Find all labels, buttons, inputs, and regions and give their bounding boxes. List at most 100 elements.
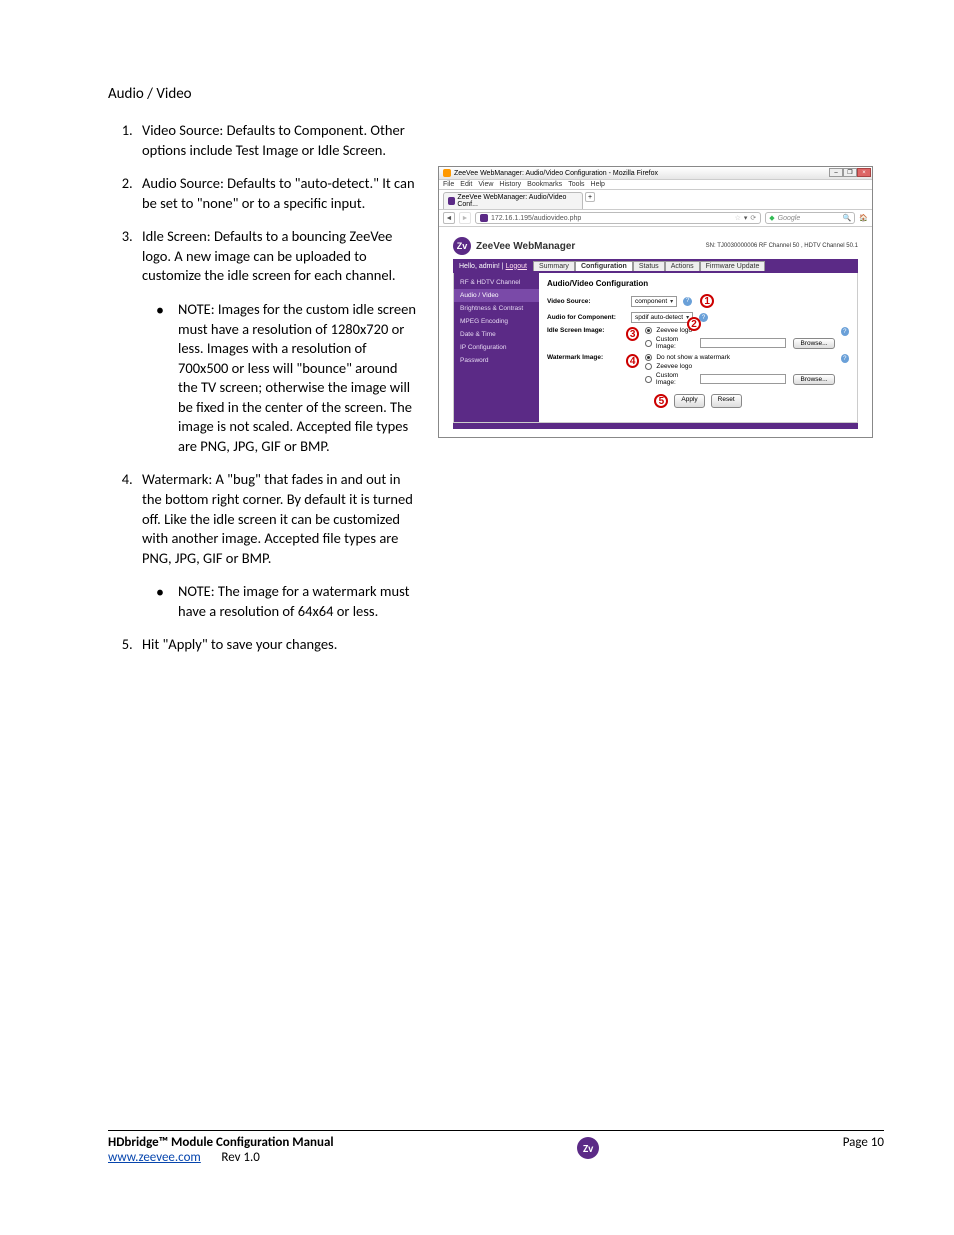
instruction-list: Video Source: Defaults to Component. Oth… — [108, 121, 418, 655]
app-title: ZeeVee WebManager — [476, 241, 575, 252]
callout-5: 5 — [654, 394, 668, 408]
tab-firmware[interactable]: Firmware Update — [700, 261, 766, 271]
forward-button[interactable]: ► — [459, 212, 471, 224]
sidebar-item[interactable]: Audio / Video — [454, 289, 539, 302]
reset-button[interactable]: Reset — [711, 394, 742, 408]
file-input[interactable] — [700, 374, 787, 384]
menu-item[interactable]: History — [499, 181, 521, 188]
url-text: 172.16.1.195/audiovideo.php — [491, 215, 581, 222]
device-info: SN: TJ0030000006 RF Channel 50 , HDTV Ch… — [706, 243, 858, 249]
audio-source-select[interactable]: spdif auto-detect — [631, 312, 693, 323]
apply-button[interactable]: Apply — [674, 394, 704, 408]
menu-item[interactable]: File — [443, 181, 454, 188]
list-text: Hit "Apply" to save your changes. — [142, 635, 337, 653]
list-text: Audio Source: Defaults to "auto-detect."… — [142, 174, 415, 212]
browser-menubar: File Edit View History Bookmarks Tools H… — [439, 180, 872, 190]
hello-text: Hello, admin! | Logout — [459, 263, 527, 270]
list-subitem: NOTE: The image for a watermark must hav… — [156, 582, 418, 621]
browser-tabstrip: ZeeVee WebManager: Audio/Video Conf... + — [439, 190, 872, 210]
footer-rev: Rev 1.0 — [221, 1150, 260, 1165]
field-label: Audio for Component: — [547, 314, 625, 321]
close-icon[interactable]: × — [857, 168, 871, 177]
radio-zeevee-logo[interactable] — [645, 363, 652, 370]
search-icon[interactable]: 🔍 — [843, 214, 852, 222]
embedded-screenshot: – ❐ × ZeeVee WebManager: Audio/Video Con… — [438, 166, 873, 438]
tab-favicon-icon — [448, 197, 455, 205]
browser-titlebar: ZeeVee WebManager: Audio/Video Configura… — [439, 167, 872, 180]
radio-no-watermark[interactable] — [645, 354, 652, 361]
search-field[interactable]: ◆ Google 🔍 — [765, 212, 855, 224]
sidebar-item[interactable]: IP Configuration — [454, 341, 539, 354]
browser-tab[interactable]: ZeeVee WebManager: Audio/Video Conf... — [443, 192, 583, 209]
radio-label: Do not show a watermark — [656, 354, 730, 361]
list-subitem: NOTE: Images for the custom idle screen … — [156, 300, 418, 457]
help-icon[interactable]: ? — [841, 327, 849, 336]
bookmark-icon[interactable]: ☆ — [735, 214, 741, 222]
logout-link[interactable]: Logout — [506, 263, 527, 270]
sidebar-item[interactable]: Brightness & Contrast — [454, 302, 539, 315]
sidebar-item[interactable]: RF & HDTV Channel — [454, 276, 539, 289]
radio-custom-image[interactable] — [645, 376, 652, 383]
browse-button[interactable]: Browse... — [793, 374, 834, 385]
firefox-icon — [443, 169, 451, 177]
radio-label: Custom Image: — [656, 336, 696, 350]
panel-title: Audio/Video Configuration — [547, 279, 849, 288]
radio-label: Zeevee logo — [656, 327, 692, 334]
reload-icon[interactable]: ⟳ — [750, 214, 756, 222]
radio-custom-image[interactable] — [645, 340, 652, 347]
menu-item[interactable]: View — [478, 181, 493, 188]
dropdown-icon[interactable]: ▾ — [744, 214, 748, 222]
app-footer-bar — [453, 423, 858, 429]
list-item: Idle Screen: Defaults to a bouncing ZeeV… — [136, 227, 418, 456]
window-title: ZeeVee WebManager: Audio/Video Configura… — [454, 170, 658, 177]
help-icon[interactable]: ? — [683, 297, 692, 306]
callout-3: 3 — [626, 327, 639, 341]
back-button[interactable]: ◄ — [443, 212, 455, 224]
app-tabbar: Hello, admin! | Logout Summary Configura… — [453, 259, 858, 273]
home-icon[interactable]: 🏠 — [859, 214, 868, 222]
video-source-select[interactable]: component — [631, 296, 677, 307]
list-item: Watermark: A "bug" that fades in and out… — [136, 470, 418, 621]
sidebar-item[interactable]: Date & Time — [454, 328, 539, 341]
footer-link[interactable]: www.zeevee.com — [108, 1150, 201, 1165]
new-tab-button[interactable]: + — [585, 192, 595, 202]
radio-label: Zeevee logo — [656, 363, 692, 370]
callout-4: 4 — [626, 354, 639, 368]
config-sidebar: RF & HDTV Channel Audio / Video Brightne… — [454, 273, 539, 422]
page-heading: Audio / Video — [108, 85, 884, 103]
list-item: Hit "Apply" to save your changes. — [136, 635, 418, 655]
sidebar-item[interactable]: MPEG Encoding — [454, 315, 539, 328]
config-panel: Audio/Video Configuration Video Source: … — [539, 273, 857, 422]
minimize-icon[interactable]: – — [829, 168, 843, 177]
search-placeholder: Google — [778, 215, 801, 222]
zeevee-logo-icon: Zv — [453, 237, 471, 255]
menu-item[interactable]: Bookmarks — [527, 181, 562, 188]
google-icon: ◆ — [769, 214, 774, 222]
tab-actions[interactable]: Actions — [665, 261, 700, 271]
menu-item[interactable]: Help — [591, 181, 605, 188]
app-brand: Zv ZeeVee WebManager — [453, 237, 575, 255]
list-text: Video Source: Defaults to Component. Oth… — [142, 121, 405, 159]
tab-summary[interactable]: Summary — [533, 261, 575, 271]
field-label: Watermark Image: — [547, 354, 620, 361]
webapp-page: Zv ZeeVee WebManager SN: TJ0030000006 RF… — [439, 227, 872, 437]
menu-item[interactable]: Edit — [460, 181, 472, 188]
tab-title: ZeeVee WebManager: Audio/Video Conf... — [457, 194, 578, 208]
url-field[interactable]: 172.16.1.195/audiovideo.php ☆ ▾ ⟳ — [475, 212, 761, 224]
browse-button[interactable]: Browse... — [793, 338, 834, 349]
radio-zeevee-logo[interactable] — [645, 327, 652, 334]
help-icon[interactable]: ? — [841, 354, 849, 363]
list-text: Watermark: A "bug" that fades in and out… — [142, 470, 413, 566]
tab-configuration[interactable]: Configuration — [575, 261, 633, 271]
sidebar-item[interactable]: Password — [454, 354, 539, 367]
callout-1: 1 — [700, 294, 714, 308]
list-item: Video Source: Defaults to Component. Oth… — [136, 121, 418, 160]
menu-item[interactable]: Tools — [568, 181, 584, 188]
window-controls: – ❐ × — [829, 168, 871, 177]
tab-status[interactable]: Status — [633, 261, 665, 271]
maximize-icon[interactable]: ❐ — [843, 168, 857, 177]
callout-2: 2 — [687, 317, 701, 331]
footer-page: Page 10 — [843, 1135, 884, 1150]
file-input[interactable] — [700, 338, 787, 348]
page-footer: HDbridge™ Module Configuration Manual ww… — [108, 1130, 884, 1165]
